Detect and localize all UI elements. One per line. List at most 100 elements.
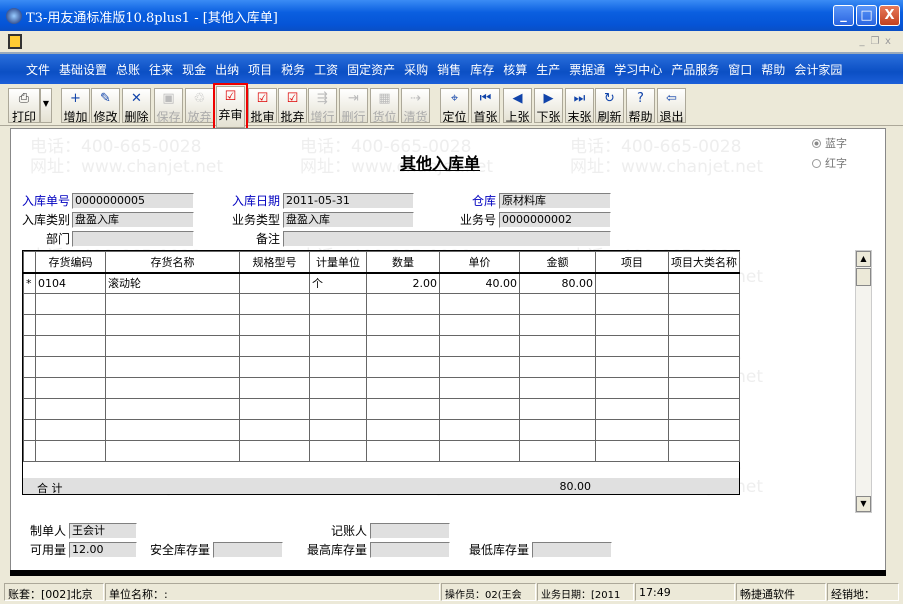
menu-item[interactable]: 核算	[503, 61, 527, 78]
menu-item[interactable]: 项目	[248, 61, 272, 78]
toolbar-button[interactable]: ⏮ 首张	[471, 88, 500, 124]
toolbar-icon: ☑	[224, 89, 237, 104]
mdi-bar	[0, 31, 903, 52]
minimize-button[interactable]: _	[833, 5, 854, 26]
scroll-thumb[interactable]	[856, 268, 871, 286]
toolbar-button[interactable]: ↻ 刷新	[595, 88, 624, 124]
toolbar-button[interactable]: ♲ 放弃	[185, 88, 214, 124]
menu-item[interactable]: 基础设置	[59, 61, 107, 78]
menu-item[interactable]: 往来	[149, 61, 173, 78]
mdi-minimize-button[interactable]: _	[856, 36, 868, 47]
menu-item[interactable]: 票据通	[569, 61, 605, 78]
vertical-scrollbar[interactable]: ▲ ▼	[855, 250, 872, 513]
menu-item[interactable]: 现金	[182, 61, 206, 78]
toolbar-button[interactable]: ☑ 弃审	[213, 83, 248, 131]
receipt-type-field[interactable]: 盘盈入库	[72, 212, 194, 228]
department-field[interactable]	[72, 231, 194, 247]
toolbar-icon: ☑	[286, 91, 299, 106]
menu-item[interactable]: 固定资产	[347, 61, 395, 78]
print-button[interactable]: ⎙ 打印	[8, 88, 40, 124]
toolbar-button[interactable]: ✎ 修改	[91, 88, 120, 124]
business-no-field[interactable]: 0000000002	[499, 212, 611, 228]
menu-bar: 文件 基础设置 总账 往来 现金 出纳 项目 税务 工资 固定资产 采购 销售 库存 核算 生产 票据通 学习中…	[0, 52, 903, 84]
toolbar-button[interactable]: ✕ 删除	[122, 88, 151, 124]
mdi-restore-button[interactable]: ❐	[869, 36, 881, 47]
toolbar-button[interactable]: ▣ 保存	[154, 88, 183, 124]
toolbar-button[interactable]: ⌖ 定位	[440, 88, 469, 124]
toolbar-button[interactable]: ☑ 批弃	[278, 88, 307, 124]
print-dropdown[interactable]: ▼	[40, 88, 52, 123]
menu-item[interactable]: 生产	[536, 61, 560, 78]
toolbar-icon: ?	[637, 91, 644, 106]
safety-stock-label: 安全库存量	[149, 543, 210, 557]
menu-item[interactable]: 窗口	[728, 61, 752, 78]
mdi-close-button[interactable]: x	[882, 36, 894, 47]
col-header[interactable]: 单价	[439, 251, 520, 274]
receipt-no-field[interactable]: 0000000005	[72, 193, 194, 209]
toolbar-button[interactable]: ⇥ 删行	[339, 88, 368, 124]
menu-item[interactable]: 产品服务	[671, 61, 719, 78]
menu-item[interactable]: 会计家园	[794, 61, 842, 78]
toolbar-button[interactable]: ⇶ 增行	[308, 88, 337, 124]
table-row[interactable]	[23, 419, 740, 441]
menu-item[interactable]: 销售	[437, 61, 461, 78]
menu-item[interactable]: 总账	[116, 61, 140, 78]
col-header[interactable]: 规格型号	[239, 251, 310, 274]
window-title: T3-用友通标准版10.8plus1 - [其他入库单]	[26, 11, 278, 26]
scroll-down-button[interactable]: ▼	[856, 496, 871, 512]
table-row[interactable]	[23, 314, 740, 336]
close-button[interactable]: X	[879, 5, 900, 26]
horizontal-scrollbar[interactable]	[10, 570, 886, 576]
radio-blue[interactable]: 蓝字	[812, 135, 847, 151]
toolbar-button[interactable]: ▦ 货位	[370, 88, 399, 124]
toolbar-button[interactable]: ⇦ 退出	[657, 88, 686, 124]
toolbar-icon: ▶	[543, 91, 554, 106]
toolbar-button[interactable]: ? 帮助	[626, 88, 655, 124]
menu-item[interactable]: 文件	[26, 61, 50, 78]
toolbar-button[interactable]: ⏭ 末张	[565, 88, 594, 124]
maximize-button[interactable]: □	[856, 5, 877, 26]
col-header[interactable]: 数量	[366, 251, 440, 274]
warehouse-label: 仓库	[471, 194, 496, 208]
menu-item[interactable]: 采购	[404, 61, 428, 78]
col-header[interactable]: 存货名称	[105, 251, 240, 274]
col-header[interactable]: 项目	[595, 251, 669, 274]
radio-red[interactable]: 红字	[812, 155, 847, 171]
col-header[interactable]: 金额	[519, 251, 596, 274]
table-row[interactable]	[23, 335, 740, 357]
col-header[interactable]: 存货编码	[35, 251, 106, 274]
business-type-field[interactable]: 盘盈入库	[283, 212, 414, 228]
receipt-date-field[interactable]: 2011-05-31	[283, 193, 414, 209]
menu-item[interactable]: 库存	[470, 61, 494, 78]
col-header[interactable]: 项目大类名称	[668, 251, 740, 274]
scroll-up-button[interactable]: ▲	[856, 251, 871, 267]
page-title: 其他入库单	[400, 154, 481, 173]
table-row[interactable]	[23, 356, 740, 378]
items-grid[interactable]: 存货编码 存货名称 规格型号 计量单位 数量 单价 金额 项目 项目大类名称 * 0104 滚动轮个…	[22, 250, 740, 495]
note-field[interactable]	[283, 231, 611, 247]
table-row[interactable]	[23, 377, 740, 399]
toolbar-button[interactable]: + 增加	[61, 88, 90, 124]
toolbar-button[interactable]: ▶ 下张	[534, 88, 563, 124]
menu-item[interactable]: 税务	[281, 61, 305, 78]
col-header[interactable]: 计量单位	[309, 251, 367, 274]
toolbar-button[interactable]: ◀ 上张	[503, 88, 532, 124]
toolbar-icon: ♲	[193, 91, 206, 106]
menu-item[interactable]: 帮助	[761, 61, 785, 78]
toolbar-button[interactable]: ⇢ 清货	[401, 88, 430, 124]
warehouse-field[interactable]: 原材料库	[499, 193, 611, 209]
table-row[interactable]	[23, 440, 740, 462]
menu-item[interactable]: 学习中心	[614, 61, 662, 78]
table-row[interactable]: * 0104 滚动轮个 2.00 40.00 80.00	[23, 272, 740, 294]
status-business-date: 业务日期：[2011	[537, 583, 634, 601]
menu-item[interactable]: 工资	[314, 61, 338, 78]
menu-item[interactable]: 出纳	[215, 61, 239, 78]
table-row[interactable]	[23, 293, 740, 315]
grid-header: 存货编码 存货名称 规格型号 计量单位 数量 单价 金额 项目 项目大类名称	[23, 251, 740, 274]
min-stock-label: 最低库存量	[468, 543, 529, 557]
toolbar-icon: +	[70, 91, 81, 106]
table-row[interactable]	[23, 398, 740, 420]
status-vendor: 畅捷通软件	[736, 583, 826, 601]
min-stock-field	[532, 542, 612, 558]
toolbar-button[interactable]: ☑ 批审	[248, 88, 277, 124]
